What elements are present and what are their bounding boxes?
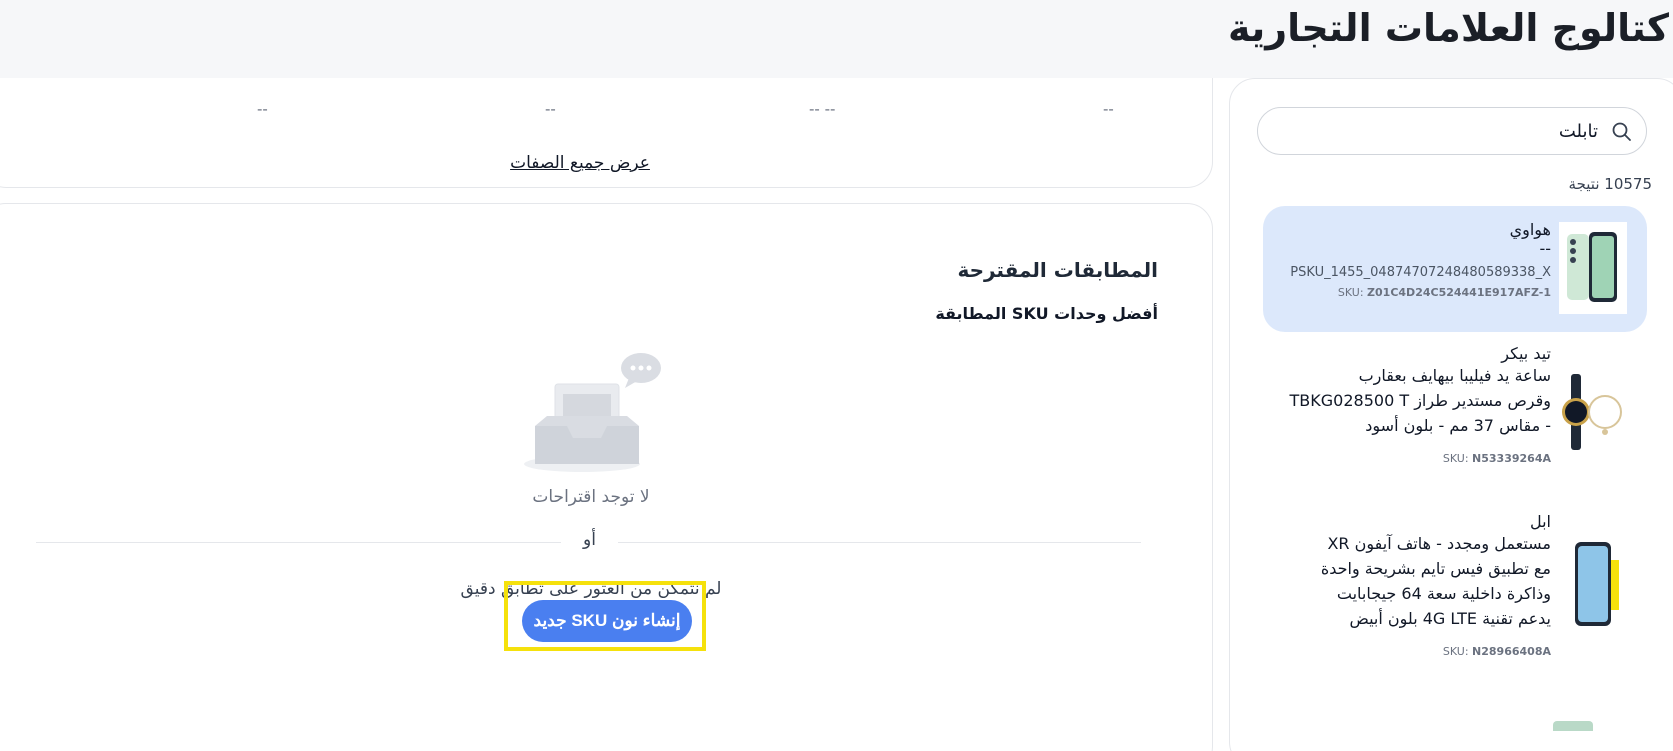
empty-inbox-icon	[524, 353, 661, 472]
main-content: ​ -- -- -- -- -- عرض جميع الصفات المطابق…	[0, 78, 1673, 751]
or-separator: أو	[583, 530, 596, 550]
search-box[interactable]	[1257, 107, 1647, 155]
result-sku: SKU: N53339264A	[1442, 452, 1551, 465]
result-item[interactable]: تيد بيكر ساعة يد فيليبا بيهايف بعقارب وق…	[1263, 344, 1647, 504]
result-item-selected[interactable]: هواوي -- PSKU_1455_04874707248480589338_…	[1263, 206, 1647, 332]
result-description: ساعة يد فيليبا بيهايف بعقارب وقرص مستدير…	[1289, 366, 1551, 435]
suggested-matches-title: المطابقات المقترحة	[957, 258, 1158, 282]
page-title: كتالوج العلامات التجارية	[1227, 6, 1669, 50]
result-brand: ابل	[1529, 512, 1551, 531]
result-item-partial[interactable]	[1553, 721, 1593, 731]
suggested-matches-card: المطابقات المقترحة أفضل وحدات SKU المطاب…	[0, 203, 1213, 751]
result-description: --	[1539, 239, 1551, 258]
header: كتالوج العلامات التجارية	[0, 0, 1673, 78]
catalog-search-panel: 10575 نتيجة هواوي -- PSKU_1455_048747072…	[1229, 78, 1673, 751]
phone-thumbnail	[1559, 222, 1627, 314]
attribute-value: --	[545, 100, 556, 118]
attributes-partial-row: ​	[0, 68, 1212, 88]
search-icon	[1612, 122, 1631, 141]
result-brand: هواوي	[1509, 220, 1551, 239]
result-psku: PSKU_1455_04874707248480589338_X	[1290, 265, 1551, 280]
result-text: ابل مستعمل ومجدد - هاتف آيفون XR مع تطبي…	[1321, 512, 1551, 658]
result-item[interactable]: ابل مستعمل ومجدد - هاتف آيفون XR مع تطبي…	[1263, 512, 1647, 702]
result-text: هواوي -- PSKU_1455_04874707248480589338_…	[1290, 220, 1551, 299]
result-description: مستعمل ومجدد - هاتف آيفون XR مع تطبيق في…	[1320, 534, 1551, 628]
no-suggestions-text: لا توجد اقتراحات	[532, 487, 650, 507]
attributes-card: ​ -- -- -- -- -- عرض جميع الصفات	[0, 78, 1213, 188]
result-text: تيد بيكر ساعة يد فيليبا بيهايف بعقارب وق…	[1290, 344, 1551, 465]
best-matching-skus-subtitle: أفضل وحدات SKU المطابقة	[935, 304, 1158, 323]
attribute-value: --	[1103, 100, 1114, 118]
result-sku: SKU: Z01C4D24C524441E917AFZ-1	[1337, 286, 1551, 299]
search-input[interactable]	[1278, 116, 1598, 146]
divider	[618, 542, 1141, 543]
attribute-value: -- --	[809, 100, 836, 118]
result-sku: SKU: N28966408A	[1442, 645, 1551, 658]
result-brand: تيد بيكر	[1501, 344, 1551, 363]
watch-thumbnail	[1562, 374, 1622, 450]
iphone-thumbnail	[1575, 542, 1619, 626]
divider	[36, 542, 561, 543]
attribute-value: --	[257, 100, 268, 118]
view-all-attributes-link[interactable]: عرض جميع الصفات	[505, 153, 655, 173]
create-new-sku-button[interactable]: إنشاء نون SKU جديد	[522, 600, 692, 642]
result-count: 10575 نتيجة	[1568, 175, 1652, 193]
